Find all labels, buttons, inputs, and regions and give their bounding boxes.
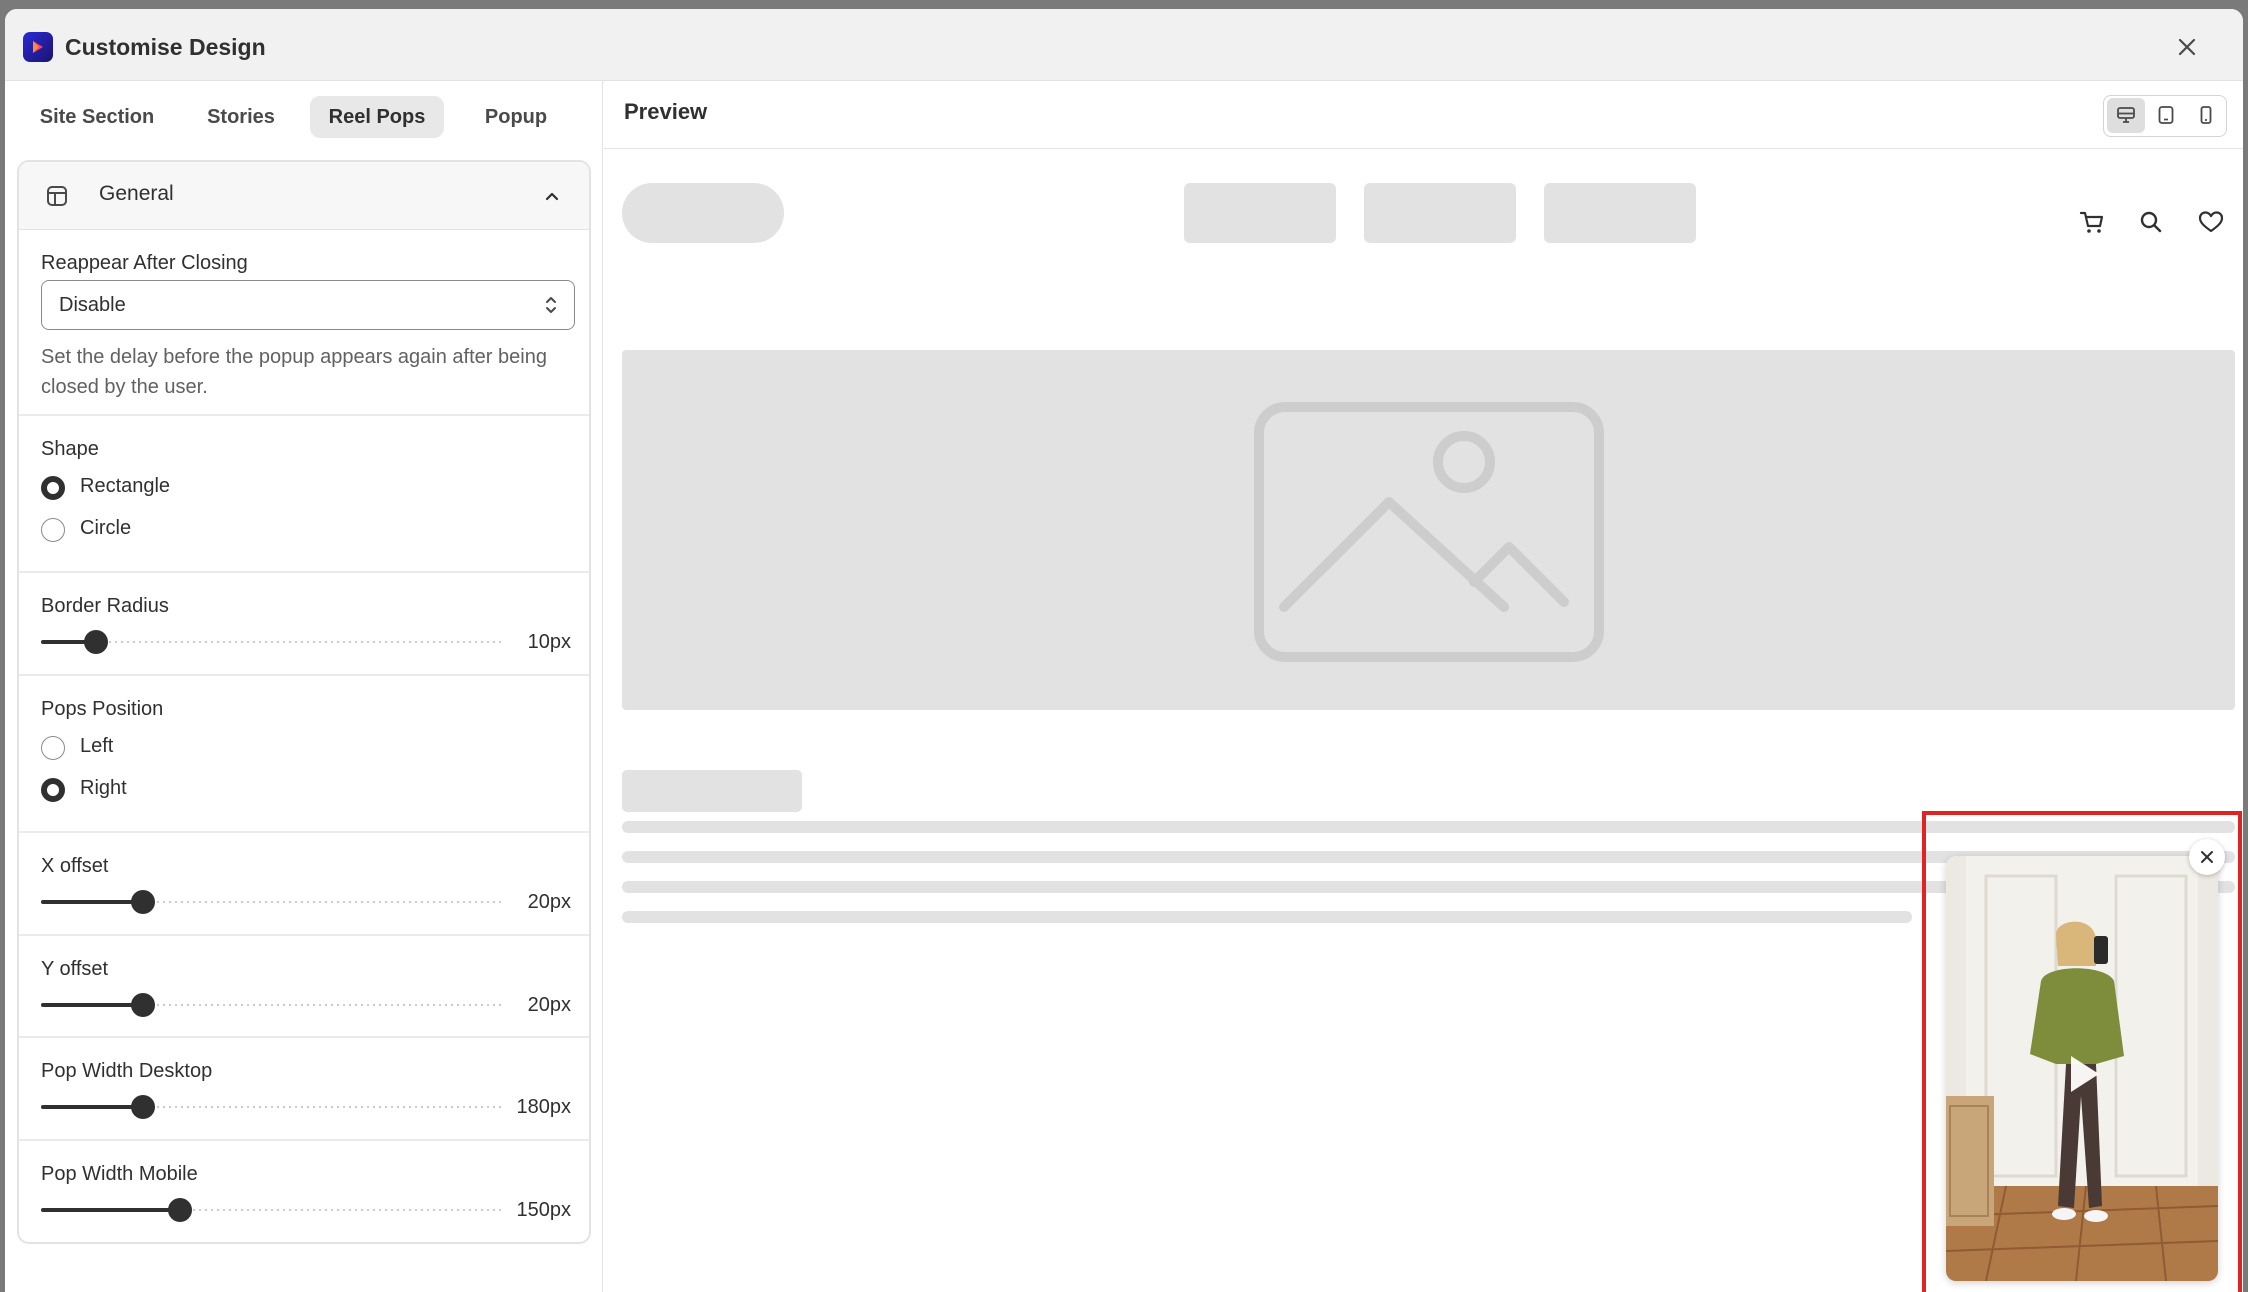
reappear-help-text: Set the delay before the popup appears a…: [41, 346, 547, 398]
position-option-right[interactable]: Right: [41, 775, 241, 805]
title-bar: Customise Design: [5, 9, 2243, 81]
tab-site-section[interactable]: Site Section: [25, 96, 169, 138]
chevron-up-icon: [543, 187, 561, 210]
tablet-icon: [2158, 106, 2174, 124]
border-radius-slider[interactable]: [41, 630, 503, 654]
pop-width-mobile-slider[interactable]: [41, 1198, 503, 1222]
nav-item-placeholder: [1364, 183, 1516, 243]
search-button[interactable]: [2136, 207, 2166, 237]
general-header-label: General: [99, 182, 174, 205]
pop-width-mobile-label: Pop Width Mobile: [41, 1163, 198, 1185]
desktop-icon: [2117, 107, 2135, 123]
slider-handle[interactable]: [84, 630, 108, 654]
tab-popup[interactable]: Popup: [460, 96, 572, 138]
general-settings-card: General Reappear After Closing Disable S…: [17, 160, 591, 1244]
slider-rail: [41, 640, 503, 644]
slider-fill: [41, 1105, 143, 1109]
preview-panel: Preview: [604, 81, 2243, 1292]
nav-item-placeholder: [1544, 183, 1696, 243]
tab-bar: Site Section Stories Reel Pops Popup: [5, 81, 602, 152]
slider-handle[interactable]: [131, 890, 155, 914]
pop-width-mobile-value: 150px: [516, 1199, 572, 1221]
position-option-left[interactable]: Left: [41, 733, 241, 763]
border-radius-section: Border Radius 10px: [19, 573, 589, 676]
position-option-label: Left: [80, 735, 114, 757]
pop-width-desktop-section: Pop Width Desktop 180px: [19, 1038, 589, 1141]
slider-handle[interactable]: [131, 993, 155, 1017]
close-button[interactable]: [2173, 33, 2201, 61]
pop-width-desktop-slider[interactable]: [41, 1095, 503, 1119]
close-icon: [2178, 38, 2196, 56]
pop-width-mobile-section: Pop Width Mobile 150px: [19, 1141, 589, 1242]
y-offset-slider[interactable]: [41, 993, 503, 1017]
y-offset-value: 20px: [527, 994, 571, 1016]
app-logo: [23, 32, 53, 62]
text-line-placeholder: [622, 911, 1912, 923]
pops-position-label: Pops Position: [41, 698, 164, 720]
logo-placeholder: [622, 183, 784, 243]
reel-pop-close-button[interactable]: [2189, 839, 2225, 875]
preview-title: Preview: [624, 99, 708, 124]
shape-option-circle[interactable]: Circle: [41, 515, 241, 545]
radio-button: [41, 778, 65, 802]
x-offset-slider[interactable]: [41, 890, 503, 914]
tablet-view-button[interactable]: [2147, 98, 2185, 133]
nav-item-placeholder: [1184, 183, 1336, 243]
reappear-label: Reappear After Closing: [41, 252, 248, 274]
pop-width-desktop-value: 180px: [516, 1096, 572, 1118]
position-option-label: Right: [80, 777, 127, 799]
close-icon: [2201, 851, 2213, 863]
heart-icon: [2198, 211, 2224, 233]
reappear-select[interactable]: Disable: [41, 280, 575, 330]
reel-pop-video[interactable]: [1946, 856, 2218, 1281]
reel-video-thumbnail: [1946, 856, 2218, 1281]
hero-image-placeholder: [622, 350, 2235, 710]
general-section-header[interactable]: General: [19, 162, 589, 230]
pop-width-desktop-label: Pop Width Desktop: [41, 1060, 213, 1082]
shape-option-rectangle[interactable]: Rectangle: [41, 473, 241, 503]
search-icon: [2140, 211, 2162, 233]
x-offset-value: 20px: [527, 891, 571, 913]
cart-icon: [2079, 211, 2104, 233]
slider-fill: [41, 1003, 143, 1007]
reappear-section: Reappear After Closing Disable Set the d…: [19, 230, 589, 416]
preview-header: Preview: [604, 81, 2243, 149]
tab-reel-pops[interactable]: Reel Pops: [310, 96, 444, 138]
desktop-view-button[interactable]: [2107, 98, 2145, 133]
radio-button: [41, 736, 65, 760]
shape-label: Shape: [41, 438, 99, 460]
device-switcher: [2103, 95, 2227, 137]
customise-design-modal: Customise Design Site Section Stories Re…: [5, 9, 2243, 1292]
shape-option-label: Rectangle: [80, 475, 171, 497]
heading-placeholder: [622, 770, 802, 812]
shape-section: Shape Rectangle Circle: [19, 416, 589, 573]
shape-option-label: Circle: [80, 517, 132, 539]
x-offset-section: X offset 20px: [19, 833, 589, 936]
border-radius-value: 10px: [527, 631, 571, 653]
radio-button: [41, 518, 65, 542]
wishlist-button[interactable]: [2196, 207, 2226, 237]
reappear-select-value: Disable: [59, 294, 126, 316]
border-radius-label: Border Radius: [41, 595, 169, 617]
cart-button[interactable]: [2077, 207, 2107, 237]
window-title: Customise Design: [65, 34, 266, 60]
select-arrows-icon: [544, 294, 558, 321]
slider-handle[interactable]: [131, 1095, 155, 1119]
slider-handle[interactable]: [168, 1198, 192, 1222]
mobile-icon: [2200, 106, 2212, 124]
pops-position-section: Pops Position Left Right: [19, 676, 589, 833]
mobile-view-button[interactable]: [2187, 98, 2225, 133]
y-offset-label: Y offset: [41, 958, 109, 980]
image-placeholder-icon: [1254, 402, 1604, 662]
tab-stories[interactable]: Stories: [187, 96, 295, 138]
layout-icon: [46, 185, 68, 212]
slider-fill: [41, 1208, 180, 1212]
y-offset-section: Y offset 20px: [19, 936, 589, 1038]
slider-fill: [41, 900, 143, 904]
radio-button: [41, 476, 65, 500]
x-offset-label: X offset: [41, 855, 109, 877]
settings-panel: Site Section Stories Reel Pops Popup Gen…: [5, 81, 603, 1292]
